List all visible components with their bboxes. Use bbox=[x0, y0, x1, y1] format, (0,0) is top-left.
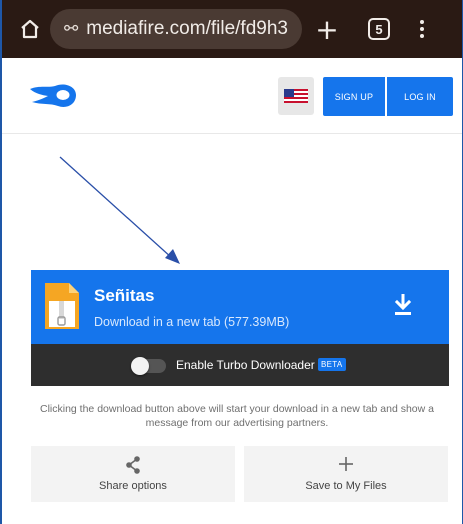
site-settings-icon[interactable]: ⚯ bbox=[64, 19, 78, 39]
download-notice: Clicking the download button above will … bbox=[40, 403, 434, 429]
page-frame: ⚯ mediafire.com/file/fd9h3 + 5 SIGN UP L… bbox=[0, 0, 463, 524]
sign-up-button[interactable]: SIGN UP bbox=[323, 77, 385, 116]
mediafire-logo-icon[interactable] bbox=[28, 80, 78, 110]
save-to-my-files-label: Save to My Files bbox=[305, 480, 387, 492]
language-button[interactable] bbox=[278, 77, 314, 115]
home-icon bbox=[21, 19, 39, 39]
download-button[interactable]: Señitas Download in a new tab (577.39MB) bbox=[31, 270, 449, 344]
address-bar[interactable]: ⚯ mediafire.com/file/fd9h3 bbox=[50, 9, 302, 49]
download-icon bbox=[394, 294, 412, 315]
new-tab-button[interactable]: + bbox=[308, 13, 346, 46]
home-button[interactable] bbox=[10, 0, 50, 58]
browser-toolbar: ⚯ mediafire.com/file/fd9h3 + 5 bbox=[2, 0, 462, 58]
save-to-my-files-button[interactable]: Save to My Files bbox=[244, 446, 448, 502]
beta-badge: BETA bbox=[318, 358, 346, 371]
turbo-toggle[interactable] bbox=[131, 357, 166, 375]
turbo-downloader-bar: Enable Turbo Downloader BETA bbox=[31, 344, 449, 386]
turbo-label: Enable Turbo Downloader bbox=[176, 358, 315, 372]
log-in-button[interactable]: LOG IN bbox=[387, 77, 453, 116]
us-flag-icon bbox=[284, 89, 308, 103]
share-icon bbox=[126, 456, 140, 474]
url-text: mediafire.com/file/fd9h3 bbox=[86, 18, 288, 39]
browser-menu-icon[interactable] bbox=[420, 20, 424, 38]
site-header: SIGN UP LOG IN bbox=[2, 58, 462, 134]
share-options-label: Share options bbox=[99, 480, 167, 492]
share-options-button[interactable]: Share options bbox=[31, 446, 235, 502]
tab-switcher-button[interactable]: 5 bbox=[368, 18, 390, 40]
plus-icon bbox=[339, 457, 353, 471]
zip-file-icon bbox=[45, 283, 79, 329]
download-info: Download in a new tab (577.39MB) bbox=[94, 315, 290, 329]
file-name: Señitas bbox=[94, 286, 155, 305]
